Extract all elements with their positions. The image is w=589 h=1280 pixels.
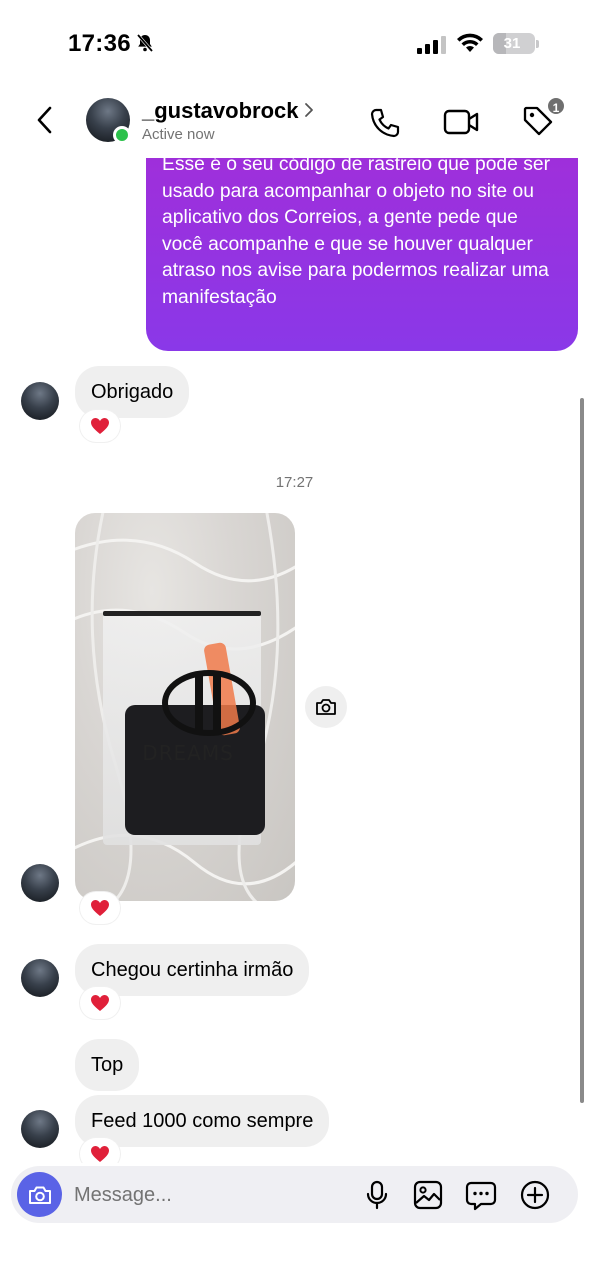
timestamp: 17:27 bbox=[275, 474, 314, 491]
status-bar: 17:36 31 bbox=[0, 0, 589, 88]
photo-camera-button[interactable] bbox=[305, 686, 347, 728]
sender-avatar[interactable] bbox=[21, 864, 59, 902]
sticker-icon[interactable] bbox=[465, 1179, 497, 1211]
brand-logo-icon bbox=[162, 670, 256, 736]
message-composer bbox=[11, 1166, 578, 1223]
battery-level: 31 bbox=[503, 35, 521, 52]
video-icon[interactable] bbox=[443, 106, 479, 138]
heart-icon bbox=[91, 1146, 109, 1162]
scrollbar[interactable] bbox=[580, 398, 584, 1103]
heart-icon bbox=[91, 418, 109, 434]
reaction-badge[interactable] bbox=[80, 892, 120, 924]
back-icon[interactable] bbox=[30, 102, 64, 138]
heart-icon bbox=[91, 900, 109, 916]
bag-zipper bbox=[103, 611, 261, 616]
microphone-icon[interactable] bbox=[361, 1179, 393, 1211]
sender-avatar[interactable] bbox=[21, 382, 59, 420]
camera-icon bbox=[28, 1186, 51, 1204]
wifi-icon bbox=[457, 33, 483, 52]
reaction-badge[interactable] bbox=[80, 1138, 120, 1163]
plus-icon[interactable] bbox=[519, 1179, 551, 1211]
reaction-badge[interactable] bbox=[80, 987, 120, 1019]
heart-icon bbox=[91, 995, 109, 1011]
bell-off-icon bbox=[136, 34, 154, 52]
tag-badge: 1 bbox=[546, 96, 566, 116]
reaction-badge[interactable] bbox=[80, 410, 120, 442]
photo-message[interactable]: DREAMS bbox=[75, 513, 295, 901]
active-status: Active now bbox=[142, 126, 215, 143]
battery-tip bbox=[536, 40, 539, 48]
incoming-message[interactable]: Feed 1000 como sempre bbox=[75, 1095, 330, 1147]
sender-avatar[interactable] bbox=[21, 959, 59, 997]
incoming-message[interactable]: Top bbox=[75, 1039, 140, 1091]
chat-header: _gustavobrock Active now 1 bbox=[0, 88, 589, 158]
chevron-right-icon[interactable] bbox=[303, 102, 315, 118]
brand-wordmark: DREAMS bbox=[142, 741, 234, 765]
camera-button[interactable] bbox=[17, 1172, 62, 1217]
online-indicator bbox=[113, 126, 131, 144]
username[interactable]: _gustavobrock bbox=[142, 98, 299, 124]
package-bag: DREAMS bbox=[103, 613, 265, 845]
outgoing-message[interactable]: Esse é o seu código de rastreio que pode… bbox=[146, 158, 578, 351]
status-time: 17:36 bbox=[68, 30, 131, 57]
camera-icon bbox=[316, 699, 336, 715]
battery-indicator: 31 bbox=[493, 33, 535, 54]
signal-icon bbox=[417, 36, 446, 54]
message-thread[interactable]: Esse é o seu código de rastreio que pode… bbox=[0, 158, 589, 1163]
gallery-icon[interactable] bbox=[412, 1179, 444, 1211]
phone-icon[interactable] bbox=[368, 106, 402, 140]
message-input[interactable] bbox=[74, 1180, 344, 1210]
sender-avatar[interactable] bbox=[21, 1110, 59, 1148]
